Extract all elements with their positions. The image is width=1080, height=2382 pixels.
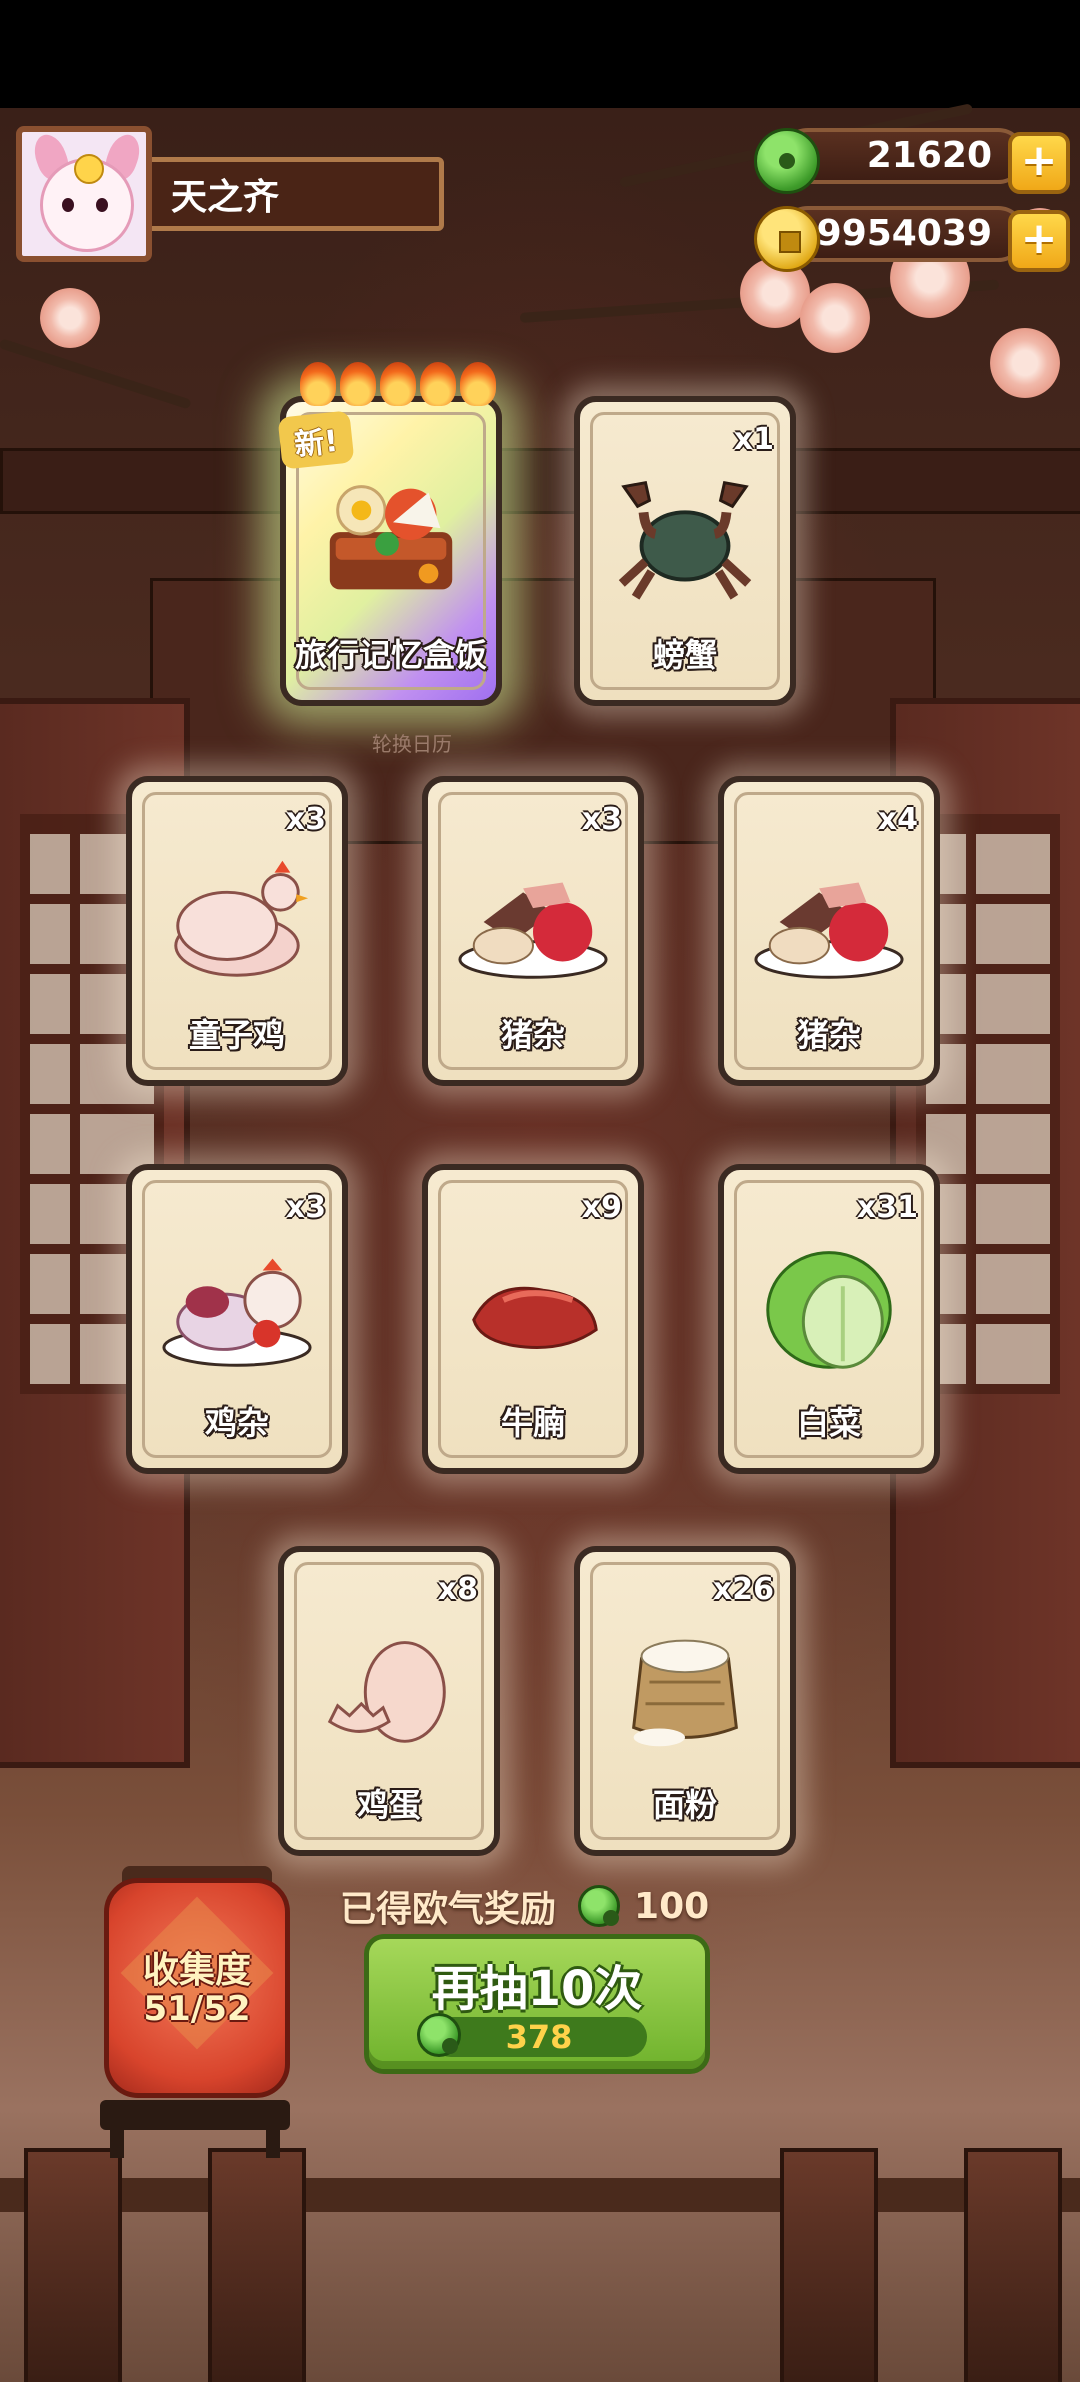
card-count: x3 [581, 802, 622, 837]
card-crab[interactable]: x1 螃蟹 [574, 396, 796, 706]
card-count: x3 [285, 802, 326, 837]
card-cabbage[interactable]: x31 白菜 [718, 1164, 940, 1474]
coin-counter: 29954039 + [754, 206, 1070, 272]
card-beef-brisket[interactable]: x9 牛腩 [422, 1164, 644, 1474]
jade-currency: 21620 + [754, 124, 1070, 194]
railing-post [208, 2148, 306, 2382]
card-featured[interactable]: 新! 旅行记忆盒饭 [277, 362, 502, 706]
draw-cost-value: 378 [505, 2018, 573, 2056]
card-count: x9 [581, 1190, 622, 1225]
card-label: 猪杂 [796, 1016, 861, 1054]
card-label: 白菜 [796, 1404, 861, 1442]
beef-art [472, 1286, 598, 1349]
flame-icon [300, 362, 336, 406]
card-pork-offal-2[interactable]: x4 猪杂 [718, 776, 940, 1086]
card-count: x31 [856, 1190, 918, 1225]
player-name: 天之齐 [144, 157, 444, 231]
coin-currency: 29954039 + [754, 202, 1070, 272]
card-label: 鸡杂 [204, 1404, 269, 1442]
lantern-leg [266, 2124, 280, 2158]
jade-icon [578, 1885, 621, 1927]
collection-lantern[interactable]: 收集度 51/52 [104, 1878, 290, 2098]
flame-icon [420, 362, 456, 406]
railing-post [780, 2148, 878, 2382]
chicken-art [174, 860, 309, 977]
lantern-stand [100, 2100, 290, 2130]
rotation-calendar-caption: 轮换日历 [372, 732, 452, 756]
draw-10-again-button[interactable]: 再抽10次 378 [364, 1934, 710, 2074]
status-bar [0, 0, 1080, 108]
card-egg[interactable]: x8 鸡蛋 [278, 1546, 500, 1856]
reward-value: 100 [634, 1885, 710, 1927]
draw-cost: 378 [417, 2013, 647, 2057]
add-coin-button[interactable]: + [1008, 210, 1070, 272]
flame-icon [460, 362, 496, 406]
crab-art [618, 480, 752, 600]
draw-button-label: 再抽10次 [431, 1961, 643, 2017]
card-spring-chicken[interactable]: x3 童子鸡 [126, 776, 348, 1086]
card-pork-offal-1[interactable]: x3 猪杂 [422, 776, 644, 1086]
flour-sack-art [632, 1639, 738, 1747]
jade-counter: 21620 + [754, 128, 1070, 194]
avatar-gem [74, 154, 104, 184]
card-count: x8 [437, 1572, 478, 1607]
card-label: 面粉 [652, 1786, 717, 1824]
add-jade-button[interactable]: + [1008, 132, 1070, 194]
rarity-flames [300, 362, 496, 406]
pork-offal-art [754, 882, 904, 979]
chicken-offal-art [162, 1258, 312, 1367]
collection-progress: 51/52 [143, 1989, 251, 2029]
card-label: 鸡蛋 [356, 1786, 421, 1824]
card-count: x1 [733, 422, 774, 457]
card-count: x3 [285, 1190, 326, 1225]
blossom [800, 283, 870, 353]
game-screen: 天之齐 21620 + 29954039 + 新! 旅行记忆盒饭 轮换日历 x1… [0, 0, 1080, 2382]
card-chicken-offal[interactable]: x3 鸡杂 [126, 1164, 348, 1474]
new-badge: 新! [277, 410, 355, 470]
card-label: 旅行记忆盒饭 [294, 636, 487, 674]
coin-icon [754, 206, 820, 272]
card-flour[interactable]: x26 面粉 [574, 1546, 796, 1856]
collection-label: 收集度 [142, 1950, 251, 1991]
card-count: x26 [712, 1572, 774, 1607]
floor-railing [0, 2178, 1080, 2212]
blossom-branch [0, 338, 192, 410]
roof-beam [0, 448, 1080, 514]
card-label: 牛腩 [500, 1404, 565, 1442]
avatar-eye [62, 198, 74, 212]
card-label: 童子鸡 [188, 1016, 285, 1054]
railing-post [24, 2148, 122, 2382]
cabbage-art [766, 1251, 892, 1369]
card-label: 螃蟹 [652, 636, 717, 674]
railing-post [964, 2148, 1062, 2382]
avatar[interactable] [16, 126, 152, 262]
card-count: x4 [877, 802, 918, 837]
jade-amount: 21620 [866, 135, 992, 176]
player-profile[interactable]: 天之齐 [16, 126, 444, 262]
blossom [40, 288, 100, 348]
coin-amount: 29954039 [791, 213, 992, 254]
jade-icon [754, 128, 820, 194]
egg-art [327, 1641, 446, 1743]
avatar-eye [96, 198, 108, 212]
flame-icon [380, 362, 416, 406]
bento-box-art [329, 485, 453, 590]
blossom [990, 328, 1060, 398]
pork-offal-art [458, 882, 608, 979]
reward-label: 已得欧气奖励 [340, 1889, 557, 1930]
card-label: 猪杂 [500, 1016, 565, 1054]
lantern-leg [110, 2124, 124, 2158]
luck-reward: 已得欧气奖励 100 [340, 1880, 709, 1932]
flame-icon [340, 362, 376, 406]
